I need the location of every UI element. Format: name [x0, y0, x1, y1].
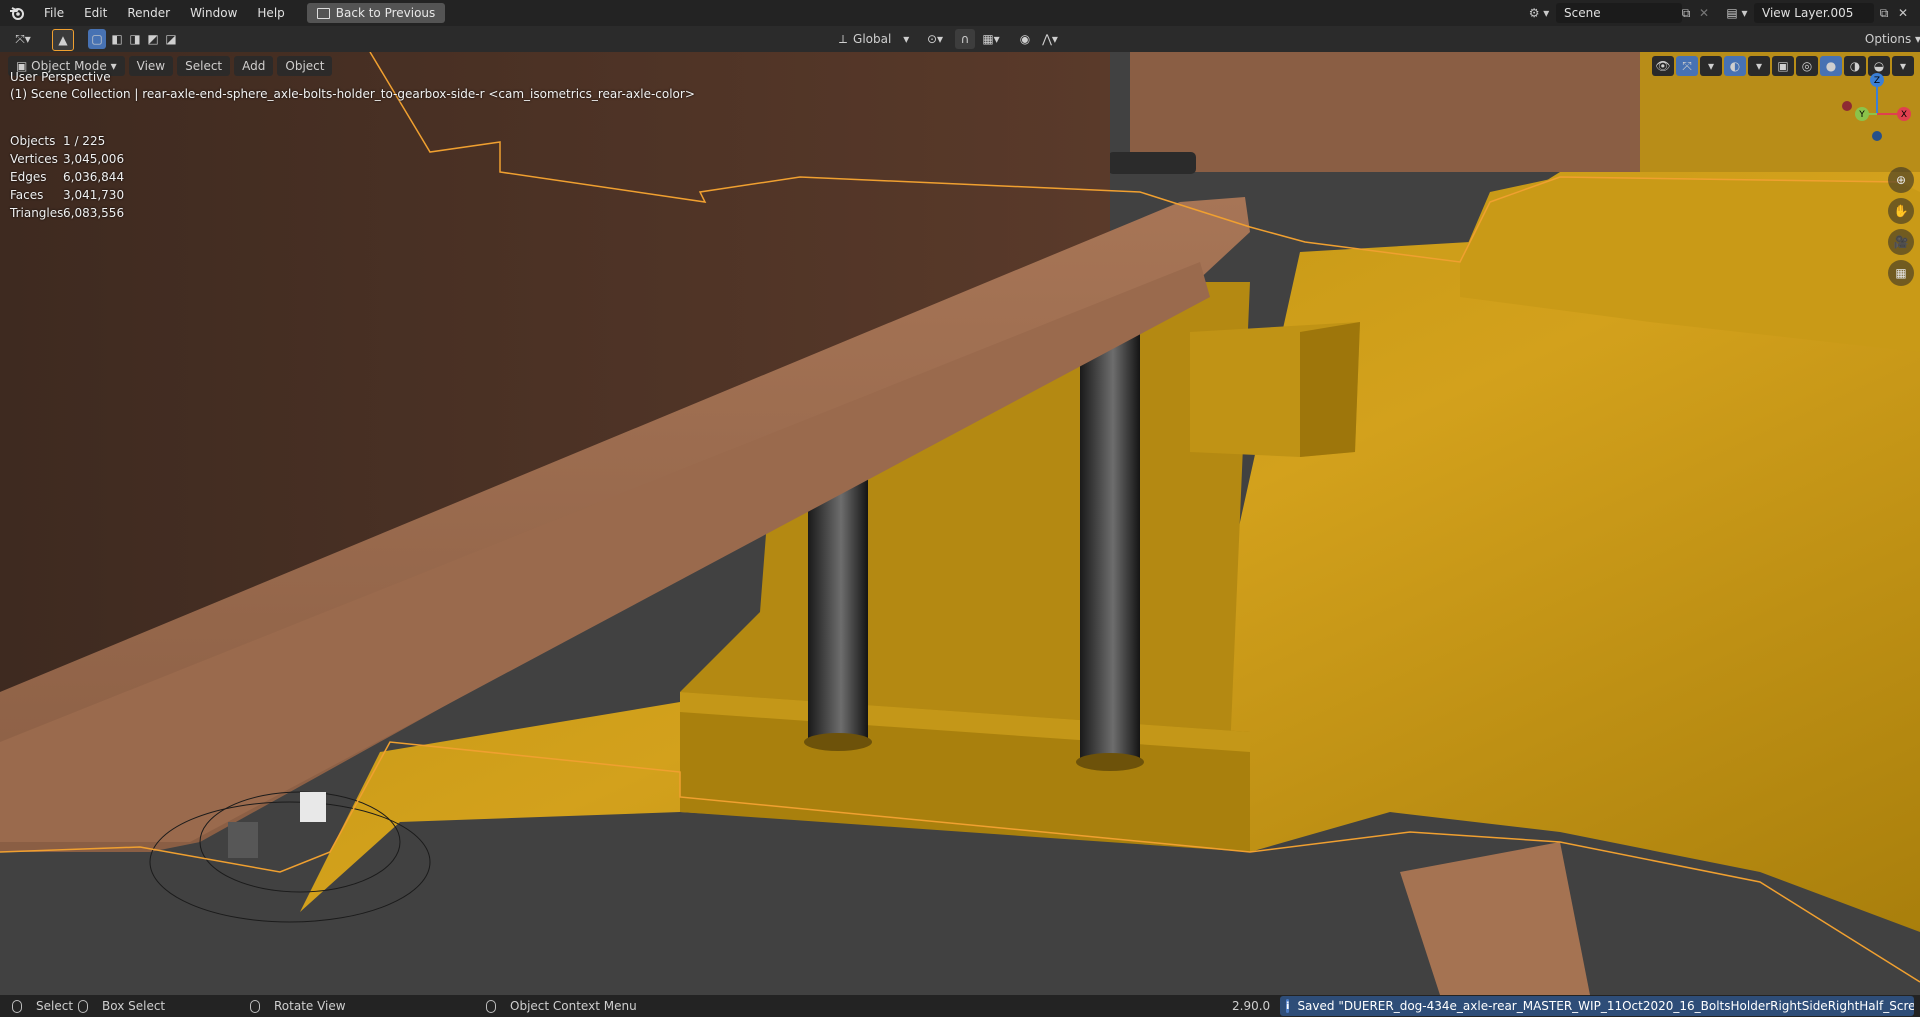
stat-label: Objects [10, 134, 56, 148]
stat-row: Vertices 3,045,006 [10, 150, 124, 168]
new-view-layer-icon[interactable]: ⧉ [1874, 3, 1894, 23]
orientation-icon: ⟂ [839, 31, 848, 46]
scene-name-field[interactable]: Scene [1556, 3, 1682, 23]
mouse-drag-icon [78, 999, 88, 1013]
status-select-label: Select [36, 999, 74, 1013]
stat-value: 6,083,556 [63, 206, 125, 220]
transform-orientation-dropdown[interactable]: ⟂ Global ▾ [835, 29, 919, 49]
menu-render[interactable]: Render [117, 0, 180, 26]
options-dropdown[interactable]: Options ▾ [1864, 29, 1920, 49]
close-icon[interactable]: ✕ [1696, 3, 1712, 23]
stat-row: Faces 3,041,730 [10, 186, 124, 204]
3d-viewport[interactable]: ▣ Object Mode ▾ View Select Add Object 👁… [0, 52, 1920, 995]
snap-icon[interactable]: ∩ [955, 29, 975, 49]
screen-icon [316, 7, 330, 19]
wireframe-shading-icon[interactable]: ◎ [1796, 56, 1818, 76]
menu-add[interactable]: Add [234, 56, 274, 76]
collection-info: (1) Scene Collection | rear-axle-end-sph… [10, 87, 695, 101]
snap-target-icon[interactable]: ▦▾ [977, 29, 1005, 49]
visibility-icon[interactable]: 👁 [1652, 56, 1674, 76]
perspective-label: User Perspective [10, 70, 111, 84]
options-label: Options [1864, 32, 1912, 46]
stat-label: Edges [10, 170, 47, 184]
mouse-right-icon [486, 999, 496, 1013]
blender-logo-icon[interactable] [0, 0, 34, 26]
status-bar: Select Box Select Rotate View Object Con… [0, 995, 1920, 1017]
tool-header: ⤧▾ ▲ ▢ ◧ ◨ ◩ ◪ ⟂ Global ▾ ⊙▾ ∩ ▦▾ ◉ ⋀▾ O… [0, 26, 1920, 53]
mode-extend-icon[interactable]: ◧ [108, 29, 126, 49]
view-layer-field[interactable]: View Layer.005 [1754, 3, 1874, 23]
x-axis-label: X [1901, 110, 1907, 120]
mode-intersect-icon[interactable]: ◪ [162, 29, 180, 49]
status-context-menu: Object Context Menu [486, 995, 637, 1017]
status-box-select-label: Box Select [102, 999, 166, 1013]
mouse-left-icon [12, 999, 22, 1013]
info-icon: i [1286, 999, 1290, 1013]
mode-subtract-icon[interactable]: ◨ [126, 29, 144, 49]
xray-icon[interactable]: ▣ [1772, 56, 1794, 76]
scene-selector-icon[interactable]: ⚙ ▾ [1524, 3, 1554, 23]
chevron-down-icon[interactable]: ▾ [1700, 56, 1722, 76]
pan-hand-icon[interactable]: ✋ [1888, 198, 1914, 224]
scene-name: Scene [1564, 6, 1601, 20]
editor-type-icon[interactable]: ⤧▾ [8, 29, 38, 49]
orientation-label: Global [853, 32, 892, 46]
stat-row: Triangles 6,083,556 [10, 204, 124, 222]
stat-label: Faces [10, 188, 44, 202]
solid-shading-icon[interactable]: ● [1820, 56, 1842, 76]
proportional-edit-icon[interactable]: ◉ [1016, 29, 1034, 49]
mode-new-icon[interactable]: ▢ [88, 29, 106, 49]
stat-label: Vertices [10, 152, 58, 166]
saved-message: Saved "DUERER_dog-434e_axle-rear_MASTER_… [1297, 999, 1914, 1013]
stat-row: Edges 6,036,844 [10, 168, 124, 186]
status-context-label: Object Context Menu [510, 999, 637, 1013]
version-label: 2.90.0 [1232, 999, 1271, 1013]
stat-value: 3,045,006 [63, 152, 125, 166]
mouse-middle-icon [250, 999, 260, 1013]
gizmo-toggle-icon[interactable]: ⤧ [1676, 56, 1698, 76]
status-box-select: Box Select [78, 995, 165, 1017]
stat-value: 1 / 225 [63, 134, 106, 148]
status-select: Select [12, 995, 73, 1017]
view-layer-selector-icon[interactable]: ▤ ▾ [1722, 3, 1752, 23]
menu-view[interactable]: View [128, 56, 174, 76]
viewport-scene-render [0, 52, 1920, 995]
menu-help[interactable]: Help [247, 0, 294, 26]
top-menu-bar: File Edit Render Window Help Back to Pre… [0, 0, 1920, 26]
z-axis-label: Z [1874, 76, 1880, 86]
ortho-grid-icon[interactable]: ▦ [1888, 260, 1914, 286]
chevron-down-icon[interactable]: ▾ [1748, 56, 1770, 76]
stat-value: 6,036,844 [63, 170, 125, 184]
overlay-toggle-icon[interactable]: ◐ [1724, 56, 1746, 76]
chevron-down-icon: ▾ [110, 59, 117, 73]
view-layer-name: View Layer.005 [1762, 6, 1854, 20]
stat-row: Objects 1 / 225 [10, 132, 124, 150]
status-rotate-label: Rotate View [274, 999, 346, 1013]
falloff-icon[interactable]: ⋀▾ [1036, 29, 1064, 49]
status-rotate-view: Rotate View [250, 995, 346, 1017]
chevron-down-icon: ▾ [903, 32, 910, 46]
neg-x-axis-icon[interactable] [1842, 101, 1852, 111]
menu-select[interactable]: Select [177, 56, 231, 76]
scene-statistics: Objects 1 / 225 Vertices 3,045,006 Edges 6,… [10, 132, 124, 222]
menu-edit[interactable]: Edit [74, 0, 117, 26]
new-scene-icon[interactable]: ⧉ [1676, 3, 1696, 23]
navigation-gizmo[interactable]: Z X Y [1842, 72, 1912, 152]
close-icon[interactable]: ✕ [1894, 3, 1912, 23]
menu-file[interactable]: File [34, 0, 74, 26]
back-to-previous-button[interactable]: Back to Previous [306, 3, 446, 23]
zoom-icon[interactable]: ⊕ [1888, 167, 1914, 193]
pivot-point-icon[interactable]: ⊙▾ [920, 29, 950, 49]
mode-invert-icon[interactable]: ◩ [144, 29, 162, 49]
neg-z-axis-icon[interactable] [1872, 131, 1882, 141]
back-to-previous-label: Back to Previous [335, 6, 436, 20]
saved-notification[interactable]: i Saved "DUERER_dog-434e_axle-rear_MASTE… [1280, 996, 1914, 1016]
y-axis-label: Y [1858, 110, 1865, 120]
menu-object[interactable]: Object [277, 56, 333, 76]
stat-label: Triangles [10, 206, 64, 220]
select-cursor-icon[interactable]: ▲ [52, 29, 74, 51]
camera-view-icon[interactable]: 🎥 [1888, 229, 1914, 255]
stat-value: 3,041,730 [63, 188, 125, 202]
menu-window[interactable]: Window [180, 0, 247, 26]
